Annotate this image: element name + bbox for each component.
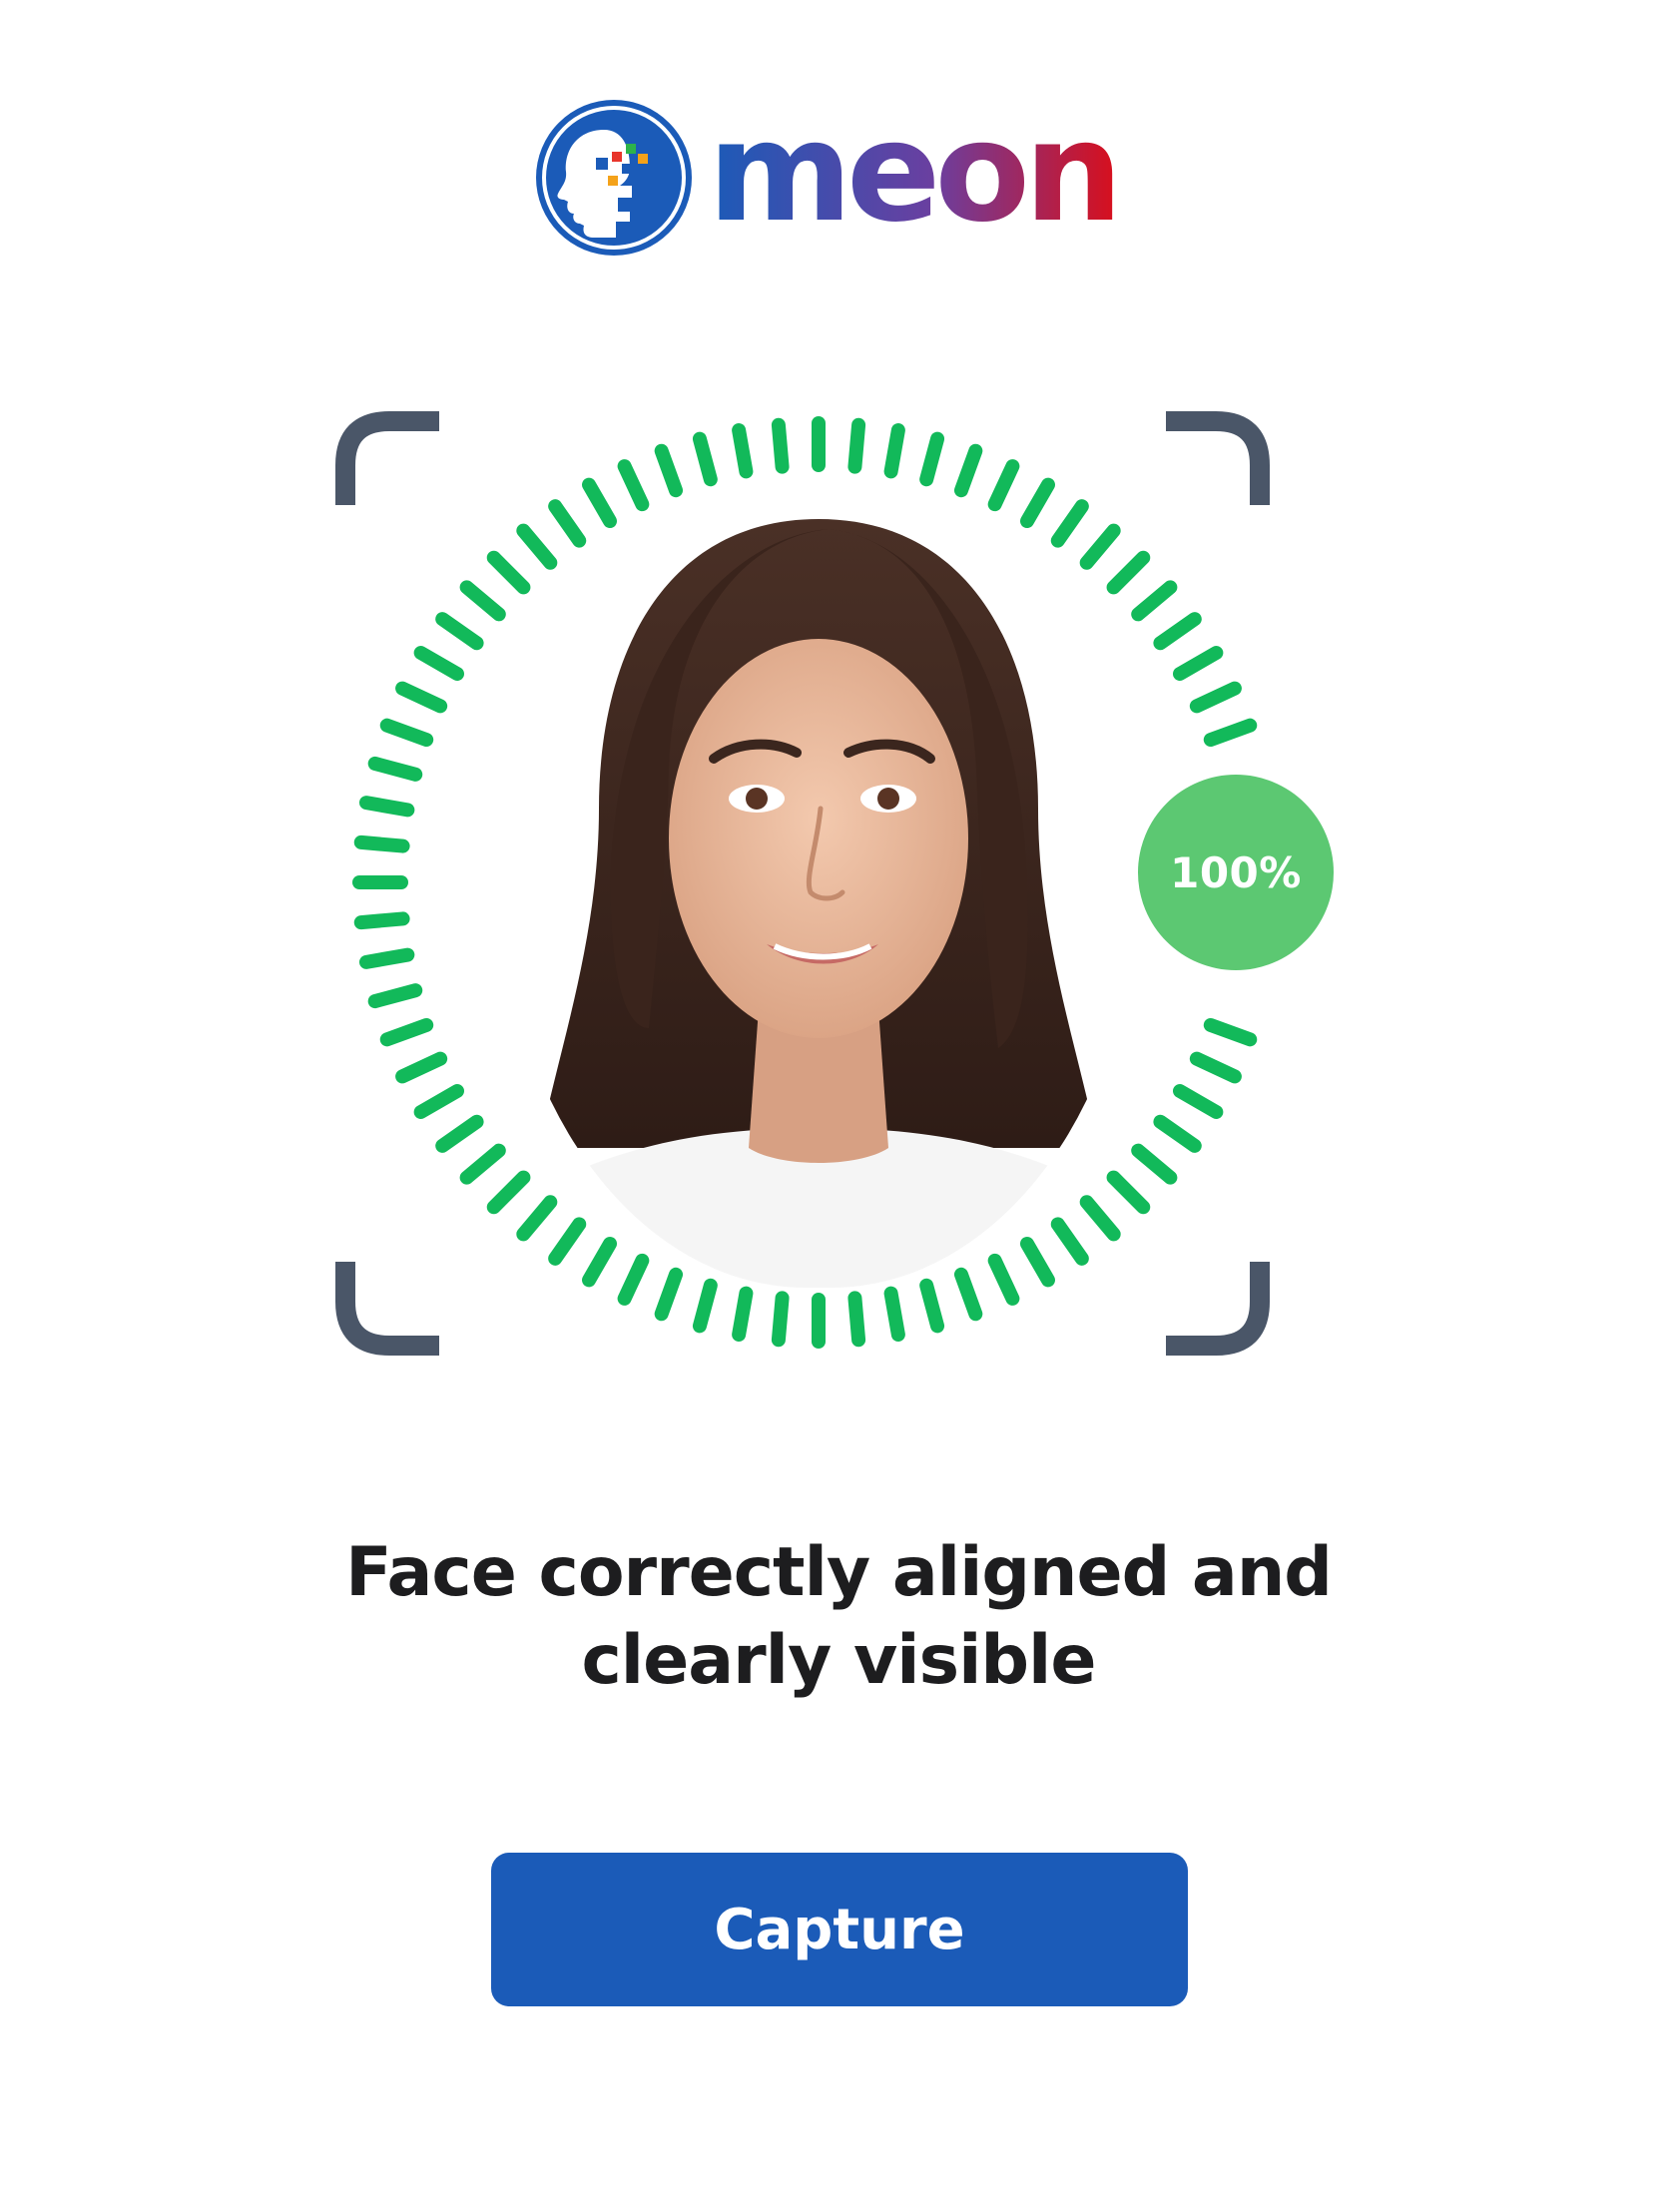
progress-tick [1153,1114,1202,1153]
progress-tick [367,983,423,1009]
progress-tick [582,477,617,529]
progress-tick [987,459,1020,512]
progress-tick [883,1286,905,1343]
status-line-1: Face correctly aligned and [345,1533,1333,1612]
head-profile-icon [536,99,692,256]
progress-tick [654,1267,684,1322]
progress-tick [847,417,866,474]
progress-tick [1172,646,1224,681]
progress-tick [353,834,410,853]
progress-tick [395,681,448,714]
progress-tick [732,422,754,479]
corner-bottom-right [1166,1262,1270,1356]
meon-logo: meon [534,95,1127,260]
progress-tick [953,443,983,498]
progress-tick [987,1253,1020,1306]
progress-tick [1189,1051,1242,1084]
progress-tick [1050,1217,1089,1266]
face-photo [499,509,1138,1288]
progress-tick [379,718,434,748]
progress-tick [919,431,945,487]
progress-tick [919,1278,945,1334]
progress-tick [379,1017,434,1047]
progress-tick [358,947,415,969]
progress-tick [1106,550,1151,595]
progress-tick [1131,580,1178,622]
progress-tick [1079,523,1121,570]
progress-tick [1189,681,1242,714]
face-capture-screen: meon 100% Face correctly aligned and cle… [0,0,1677,2212]
progress-tick [413,1084,465,1119]
corner-top-left [335,411,439,505]
capture-button[interactable]: Capture [491,1853,1188,2006]
progress-tick [548,1217,587,1266]
alignment-status-message: Face correctly aligned and clearly visib… [240,1529,1437,1705]
meon-wordmark: meon [708,108,1123,248]
progress-tick [617,459,650,512]
progress-tick [516,523,558,570]
progress-tick [413,646,465,681]
progress-tick [1172,1084,1224,1119]
progress-tick [1106,1170,1151,1215]
progress-tick [617,1253,650,1306]
progress-tick [771,1291,790,1348]
svg-text:meon: meon [708,108,1117,248]
progress-badge: 100% [1138,775,1334,970]
progress-tick [953,1267,983,1322]
progress-tick [1131,1143,1178,1185]
progress-tick [435,612,484,651]
progress-tick [459,580,506,622]
progress-tick [582,1236,617,1288]
progress-tick [1050,499,1089,548]
progress-tick [358,796,415,818]
progress-tick [883,422,905,479]
progress-tick [847,1291,866,1348]
progress-tick [1020,1236,1055,1288]
progress-tick [395,1051,448,1084]
progress-tick [654,443,684,498]
progress-tick [367,756,423,782]
progress-tick [692,1278,718,1334]
progress-tick [548,499,587,548]
progress-tick [1203,718,1258,748]
progress-tick [353,911,410,930]
progress-tick [435,1114,484,1153]
progress-tick [692,431,718,487]
corner-bottom-left [335,1262,439,1356]
progress-tick [1153,612,1202,651]
progress-tick [486,1170,531,1215]
progress-tick [1079,1195,1121,1242]
progress-tick [732,1286,754,1343]
progress-tick [516,1195,558,1242]
progress-tick [1020,477,1055,529]
progress-tick [1203,1017,1258,1047]
progress-tick [771,417,790,474]
corner-top-right [1166,411,1270,505]
progress-tick [459,1143,506,1185]
progress-tick [486,550,531,595]
status-line-2: clearly visible [581,1621,1097,1700]
